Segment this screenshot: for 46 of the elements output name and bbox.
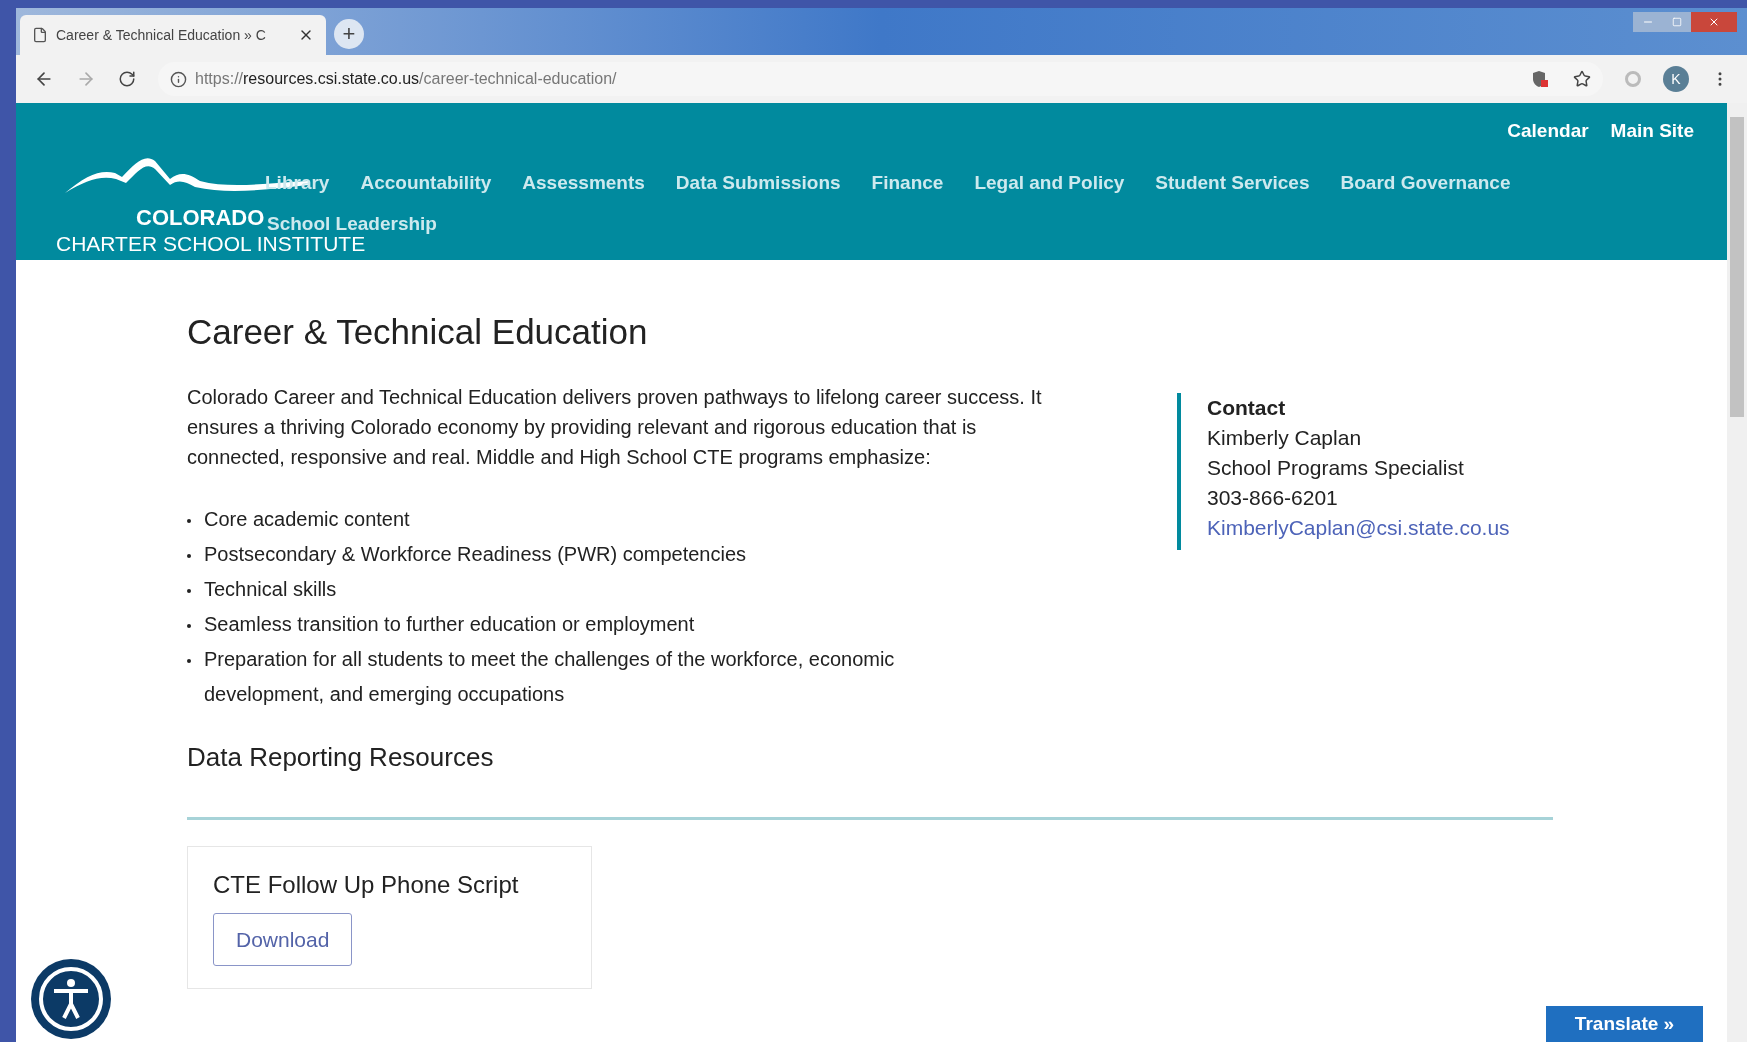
page-icon xyxy=(32,27,48,43)
bullet-text: Postsecondary & Workforce Readiness (PWR) competencies xyxy=(204,542,748,567)
bullet-text: Core academic content xyxy=(204,507,411,532)
bullet-icon xyxy=(187,519,191,523)
tab-title: Career & Technical Education » C xyxy=(56,25,267,45)
new-tab-button[interactable]: + xyxy=(334,19,364,49)
star-icon[interactable] xyxy=(1573,70,1591,88)
logo-name: COLORADO xyxy=(136,207,265,229)
bullet-icon xyxy=(187,624,191,628)
nav-link[interactable]: Data Submissions xyxy=(675,169,841,198)
bullet-text: Seamless transition to further education or employment xyxy=(204,612,696,637)
profile-avatar[interactable]: K xyxy=(1663,66,1689,92)
bullet-icon xyxy=(187,554,191,558)
reload-icon[interactable] xyxy=(118,70,136,88)
page-title: Career & Technical Education xyxy=(187,312,649,352)
contact-phone: 303-866-6201 xyxy=(1207,485,1339,511)
maximize-icon xyxy=(1672,17,1682,27)
nav-link[interactable]: Board Governance xyxy=(1340,169,1511,198)
section-title: Data Reporting Resources xyxy=(187,741,495,774)
accessibility-icon[interactable] xyxy=(30,958,112,1040)
contact-heading: Contact xyxy=(1207,395,1287,421)
nav-link[interactable]: Assessments xyxy=(522,169,645,198)
download-button[interactable]: Download xyxy=(213,913,353,966)
browser-tab[interactable]: Career & Technical Education » C xyxy=(20,15,326,55)
close-icon xyxy=(1708,16,1720,28)
contact-name: Kimberly Caplan xyxy=(1207,425,1363,451)
bullet-text: Preparation for all students to meet the challenges of the workforce, economic development, and emerging occupations xyxy=(204,647,896,707)
address-bar[interactable]: https://resources.csi.state.co.us/career-technical-education/ xyxy=(158,62,1603,96)
shield-icon[interactable] xyxy=(1531,70,1549,88)
url-text: https://resources.csi.state.co.us/career-technical-education/ xyxy=(195,69,617,89)
logo-subtitle: CHARTER SCHOOL INSTITUTE xyxy=(56,233,366,254)
header-link[interactable]: Calendar xyxy=(1507,117,1589,146)
resource-title: CTE Follow Up Phone Script xyxy=(213,870,519,900)
bullet-icon xyxy=(187,589,191,593)
nav-link[interactable]: Student Services xyxy=(1155,169,1310,198)
header-link[interactable]: Main Site xyxy=(1610,117,1694,146)
nav-link[interactable]: Accountability xyxy=(360,169,492,198)
translate-button[interactable]: Translate » xyxy=(1546,1006,1703,1042)
nav-link[interactable]: Legal and Policy xyxy=(974,169,1125,198)
intro-paragraph: Colorado Career and Technical Education delivers proven pathways to lifelong career success. It ensures a thriving Colorado economy by providing relevant and rigorous education that is connected, responsive and real. Middle and High School CTE programs emphasize: xyxy=(187,385,1043,470)
bullet-text: Technical skills xyxy=(204,577,338,602)
bullet-icon xyxy=(187,659,191,663)
contact-email[interactable]: KimberlyCaplan@csi.state.co.us xyxy=(1207,513,1510,543)
nav-link[interactable]: Finance xyxy=(871,169,944,198)
info-icon xyxy=(170,70,187,88)
contact-role: School Programs Specialist xyxy=(1207,455,1465,481)
